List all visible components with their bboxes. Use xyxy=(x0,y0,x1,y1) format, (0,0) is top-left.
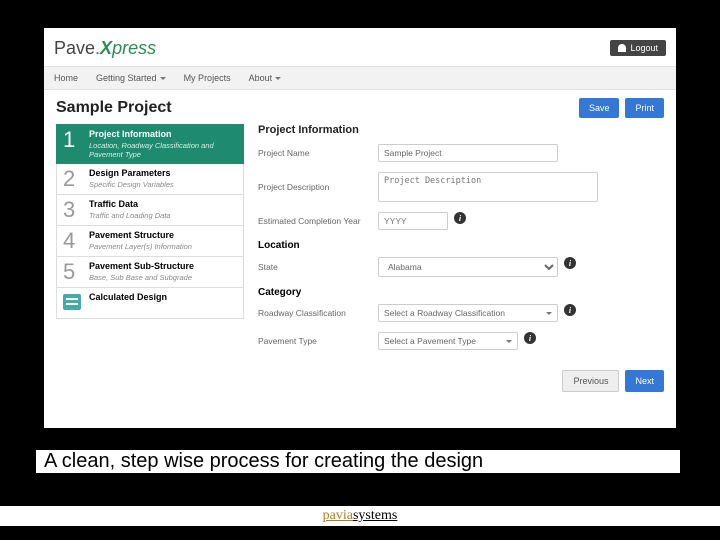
chevron-down-icon xyxy=(546,312,552,315)
category-heading: Category xyxy=(258,287,664,298)
project-name-input[interactable] xyxy=(378,144,558,162)
chevron-down-icon xyxy=(275,77,281,80)
nav-getting-started[interactable]: Getting Started xyxy=(96,73,166,83)
app-window: Pave . X press Logout Home Getting Start… xyxy=(44,28,676,428)
info-icon[interactable]: i xyxy=(564,304,576,316)
save-button[interactable]: Save xyxy=(579,98,620,118)
step-5[interactable]: 5 Pavement Sub-Structure Base, Sub Base … xyxy=(56,257,244,288)
state-select[interactable]: Alabama xyxy=(378,257,558,277)
steps-sidebar: 1 Project Information Location, Roadway … xyxy=(56,124,244,360)
step-4[interactable]: 4 Pavement Structure Pavement Layer(s) I… xyxy=(56,226,244,257)
project-name-label: Project Name xyxy=(258,148,378,158)
page-title: Sample Project xyxy=(56,99,172,117)
footer-brand: paviasystems xyxy=(0,506,720,526)
chevron-down-icon xyxy=(506,340,512,343)
project-desc-label: Project Description xyxy=(258,182,378,192)
previous-button[interactable]: Previous xyxy=(562,370,619,392)
step-calculated[interactable]: Calculated Design xyxy=(56,288,244,319)
nav-my-projects[interactable]: My Projects xyxy=(184,73,231,83)
roadway-dropdown[interactable]: Select a Roadway Classification xyxy=(378,304,558,322)
page-header: Sample Project Save Print xyxy=(44,90,676,124)
state-label: State xyxy=(258,262,378,272)
info-icon[interactable]: i xyxy=(564,257,576,269)
step-title: Project Information xyxy=(89,129,237,139)
step-1[interactable]: 1 Project Information Location, Roadway … xyxy=(56,124,244,164)
location-heading: Location xyxy=(258,240,664,251)
logo-text: Pave xyxy=(54,38,95,59)
step-2[interactable]: 2 Design Parameters Specific Design Vari… xyxy=(56,164,244,195)
logo: Pave . X press xyxy=(54,38,156,59)
main-nav: Home Getting Started My Projects About xyxy=(44,66,676,90)
nav-home[interactable]: Home xyxy=(54,73,78,83)
next-button[interactable]: Next xyxy=(625,370,664,392)
pavement-dropdown[interactable]: Select a Pavement Type xyxy=(378,332,518,350)
topbar: Pave . X press Logout xyxy=(44,28,676,66)
info-icon[interactable]: i xyxy=(524,332,536,344)
form-heading: Project Information xyxy=(258,124,664,136)
chevron-down-icon xyxy=(160,77,166,80)
completion-year-input[interactable] xyxy=(378,212,448,230)
user-icon xyxy=(618,44,626,52)
step-3[interactable]: 3 Traffic Data Traffic and Loading Data xyxy=(56,195,244,226)
logout-button[interactable]: Logout xyxy=(610,40,666,56)
print-button[interactable]: Print xyxy=(625,98,664,118)
info-icon[interactable]: i xyxy=(454,212,466,224)
project-desc-input[interactable] xyxy=(378,172,598,202)
nav-about[interactable]: About xyxy=(249,73,282,83)
roadway-label: Roadway Classification xyxy=(258,308,378,318)
completion-year-label: Estimated Completion Year xyxy=(258,216,378,226)
form-panel: Project Information Project Name Project… xyxy=(258,124,664,360)
pavement-label: Pavement Type xyxy=(258,336,378,346)
list-icon xyxy=(63,294,81,310)
slide-caption: A clean, step wise process for creating … xyxy=(36,450,680,473)
